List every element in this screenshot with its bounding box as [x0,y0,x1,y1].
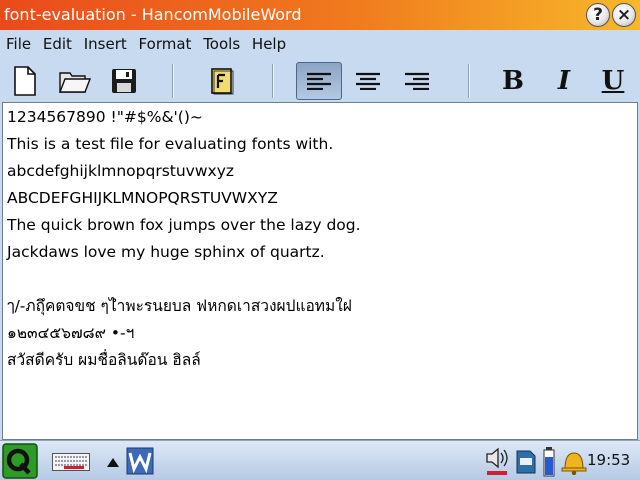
align-center-button[interactable] [345,62,391,100]
document-line: ABCDEFGHIJKLMNOPQRSTUVWXYZ [7,189,278,207]
document-line: 1234567890 !"#$%&'()~ [7,108,203,126]
help-button[interactable]: ? [586,3,610,27]
menu-edit[interactable]: Edit [43,35,72,53]
speaker-icon[interactable] [484,446,510,476]
window-title: font-evaluation - HancomMobileWord [4,5,302,24]
floppy-disk-icon [112,69,136,93]
italic-button[interactable]: I [541,62,587,100]
open-document-button[interactable] [52,62,98,100]
toolbar-separator [272,64,274,98]
keyboard-icon[interactable] [52,453,90,471]
menu-file[interactable]: File [6,35,31,53]
font-file-icon [211,68,234,95]
document-line: สวัสดีครับ ผมชื่อลินด๊อน ฮิลล์ [7,351,201,369]
document-line: This is a test file for evaluating fonts… [7,135,334,153]
new-file-icon [14,66,36,96]
close-button[interactable]: × [612,3,636,27]
sd-card-icon[interactable] [515,449,537,475]
bell-icon[interactable] [560,449,588,475]
menu-tools[interactable]: Tools [203,35,240,53]
font-button[interactable] [199,62,245,100]
menu-help[interactable]: Help [252,35,286,53]
battery-icon[interactable] [543,447,555,477]
toolbar-separator [172,64,174,98]
bold-button[interactable]: B [490,62,536,100]
align-right-icon [405,72,429,90]
document-editor[interactable]: 1234567890 !"#$%&'()~ This is a test fil… [2,102,638,440]
toolbar-separator [468,64,470,98]
menu-bar: File Edit Insert Format Tools Help [0,30,640,58]
clock: 19:53 [587,451,631,469]
toolbar: B I U [0,58,640,102]
menu-insert[interactable]: Insert [84,35,127,53]
document-line: abcdefghijklmnopqrstuvwxyz [7,162,235,180]
save-document-button[interactable] [101,62,147,100]
document-line: The quick brown fox jumps over the lazy … [7,216,361,234]
word-app-icon[interactable] [126,447,154,475]
title-bar: font-evaluation - HancomMobileWord ? × [0,0,640,30]
document-line: ๅ/-ภถุึคตจขช ๆไำพะรนยบล ฟหกดเาสวงผปแอทมใ… [7,297,352,315]
underline-button[interactable]: U [590,62,636,100]
align-left-icon [307,72,331,90]
new-document-button[interactable] [2,62,48,100]
folder-icon [59,72,91,93]
document-line: ๑๒๓๔๕๖๗๘๙ •-ฯ [7,324,135,342]
menu-format[interactable]: Format [139,35,192,53]
align-right-button[interactable] [394,62,440,100]
align-left-button[interactable] [296,62,342,100]
document-line: Jackdaws love my huge sphinx of quartz. [7,243,325,261]
triangle-up-icon[interactable] [107,458,119,467]
taskbar: 19:53 [0,440,640,480]
start-menu-icon[interactable] [2,443,38,479]
align-center-icon [356,72,380,90]
